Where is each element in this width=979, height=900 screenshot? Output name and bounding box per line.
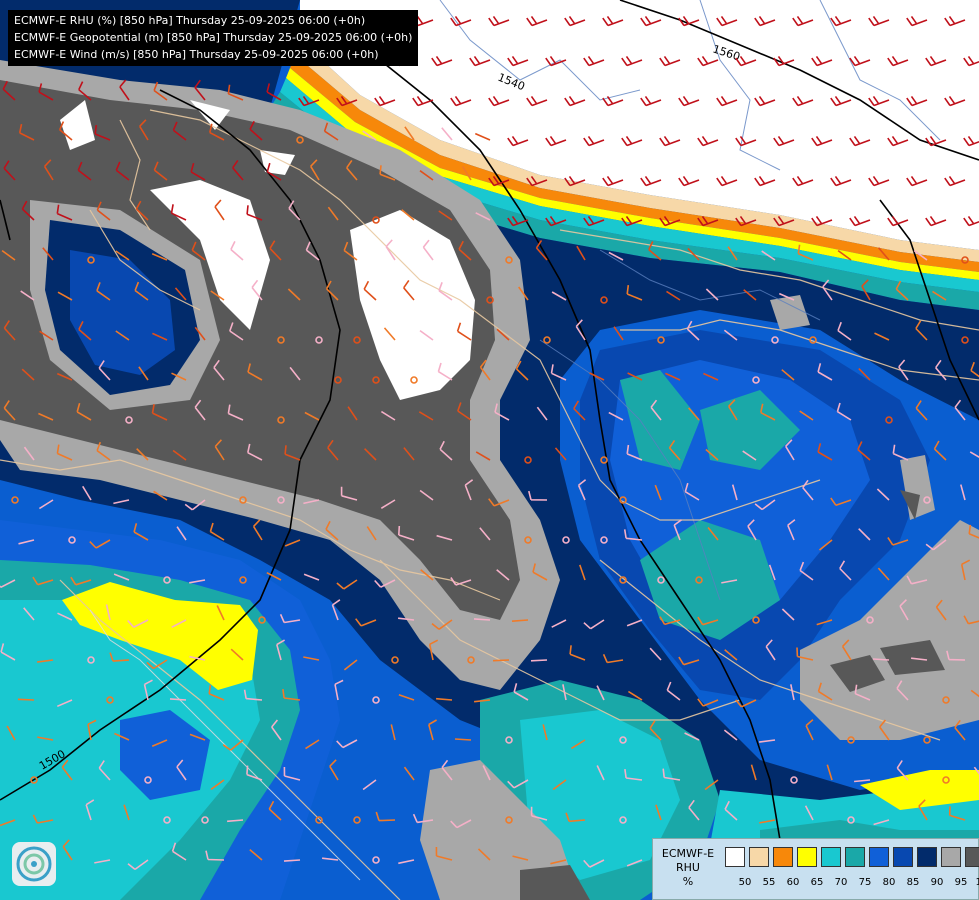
legend-tick-65: 65 xyxy=(810,877,824,888)
title-rhu: ECMWF-E RHU (%) [850 hPa] Thursday 25-09… xyxy=(14,14,366,27)
logo-icon xyxy=(12,842,56,886)
legend-tick-55: 55 xyxy=(762,877,776,888)
legend-tick-85: 85 xyxy=(906,877,920,888)
legend-tick-50: 50 xyxy=(738,877,752,888)
wind-barb xyxy=(17,698,35,701)
wind-barb xyxy=(872,658,890,661)
wind-barb xyxy=(169,698,187,701)
legend-tick-90: 90 xyxy=(930,877,944,888)
legend-variable: RHU xyxy=(676,861,700,874)
legend-swatch-85 xyxy=(893,847,913,867)
legend-swatch-100 xyxy=(965,847,979,867)
wind-barb xyxy=(454,738,472,741)
legend-tick-60: 60 xyxy=(786,877,800,888)
legend-swatch-95 xyxy=(941,847,961,867)
legend-swatch-65 xyxy=(797,847,817,867)
legend-swatch-55 xyxy=(749,847,769,867)
legend-swatch-50 xyxy=(725,847,745,867)
legend-swatch-70 xyxy=(821,847,841,867)
legend-swatch-80 xyxy=(869,847,889,867)
wind-barb xyxy=(283,859,301,862)
legend-swatch-90 xyxy=(917,847,937,867)
legend-tick-100: 100 xyxy=(975,877,979,888)
legend-tick-75: 75 xyxy=(858,877,872,888)
legend-swatch-60 xyxy=(773,847,793,867)
title-geopotential: ECMWF-E Geopotential (m) [850 hPa] Thurs… xyxy=(14,31,413,44)
legend-title: ECMWF-E RHU % xyxy=(659,847,717,889)
legend-unit: % xyxy=(682,875,694,888)
legend-tick-70: 70 xyxy=(834,877,848,888)
legend: ECMWF-E RHU % 50 55 60 65 70 75 80 85 90 95 100 xyxy=(652,838,979,900)
wind-barb xyxy=(473,618,491,621)
legend-model: ECMWF-E xyxy=(661,847,715,860)
legend-tick-80: 80 xyxy=(882,877,896,888)
map-canvas[interactable]: 1560 1540 1500 xyxy=(0,0,979,900)
wind-barb xyxy=(492,659,510,662)
legend-tick-95: 95 xyxy=(954,877,968,888)
humidity-fill xyxy=(0,0,979,900)
legend-swatch-75 xyxy=(845,847,865,867)
wind-barb xyxy=(530,659,548,662)
title-wind: ECMWF-E Wind (m/s) [850 hPa] Thursday 25… xyxy=(14,48,379,61)
title-box: ECMWF-E RHU (%) [850 hPa] Thursday 25-09… xyxy=(8,10,419,66)
